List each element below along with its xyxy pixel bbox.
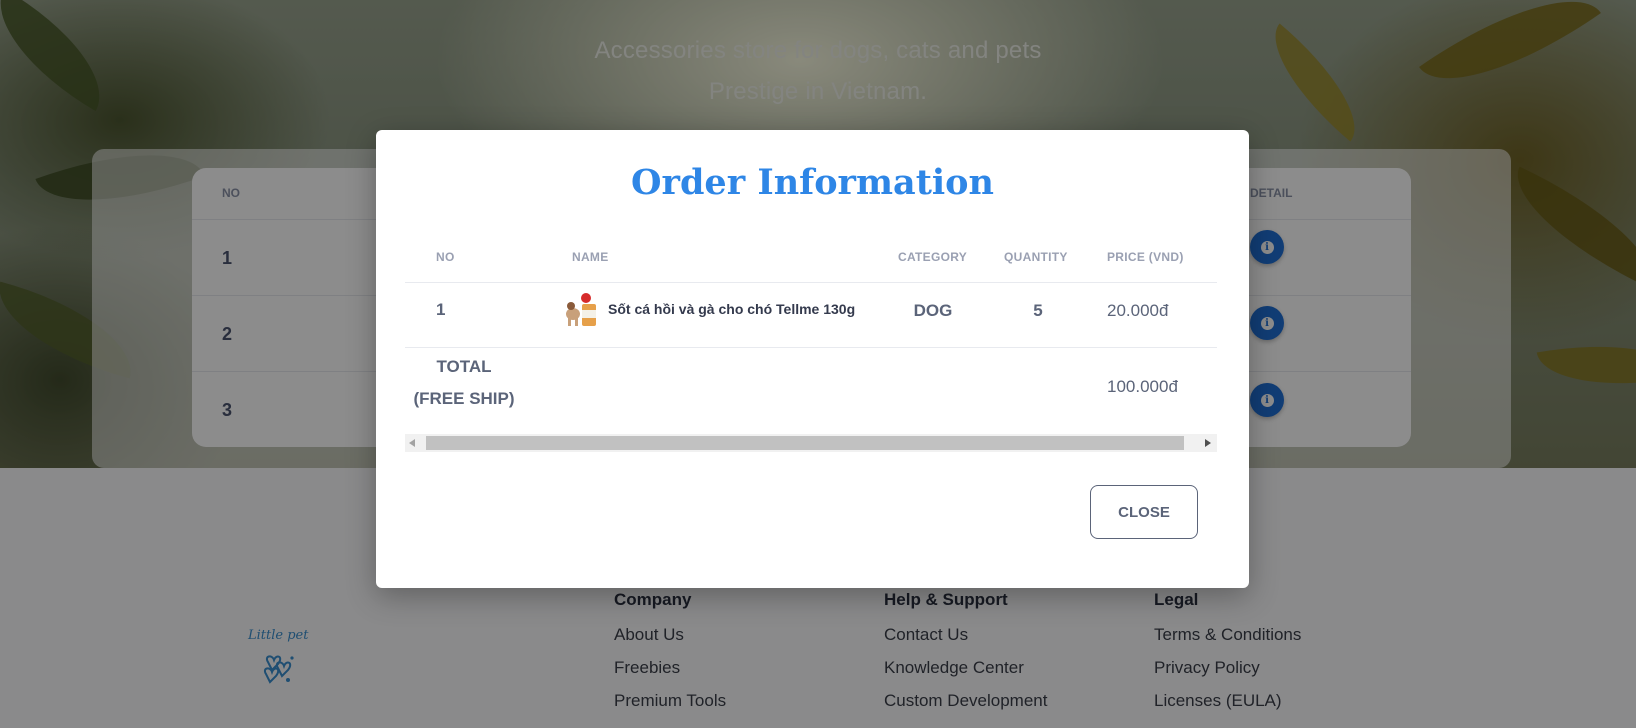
item-quantity: 5 (1033, 301, 1043, 320)
total-label: TOTAL (436, 357, 492, 376)
item-price: 20.000đ (1107, 301, 1169, 320)
total-value: 100.000đ (1107, 377, 1178, 396)
order-information-modal: Order Information NO NAME CATEGORY QUANT… (376, 130, 1249, 588)
column-header-price: PRICE (VND) (1107, 250, 1184, 264)
item-no: 1 (436, 300, 446, 319)
total-free-ship-label: (FREE SHIP) (413, 389, 515, 408)
scrollbar-thumb[interactable] (426, 436, 1184, 450)
scroll-left-icon[interactable] (409, 439, 415, 447)
column-header-name: NAME (572, 250, 609, 264)
column-header-category: CATEGORY (898, 250, 968, 264)
close-button[interactable]: CLOSE (1090, 485, 1198, 539)
product-thumbnail (566, 293, 596, 326)
column-header-quantity: QUANTITY (1004, 250, 1068, 264)
modal-title: Order Information (631, 162, 994, 203)
item-category: DOG (913, 301, 953, 320)
scroll-right-icon[interactable] (1205, 439, 1211, 447)
horizontal-scrollbar[interactable] (405, 434, 1217, 452)
order-items-table: NO NAME CATEGORY QUANTITY PRICE (VND) 1 … (405, 234, 1217, 416)
item-name: Sốt cá hồi và gà cho chó Tellme 130g (608, 301, 856, 317)
column-header-no: NO (436, 250, 455, 264)
